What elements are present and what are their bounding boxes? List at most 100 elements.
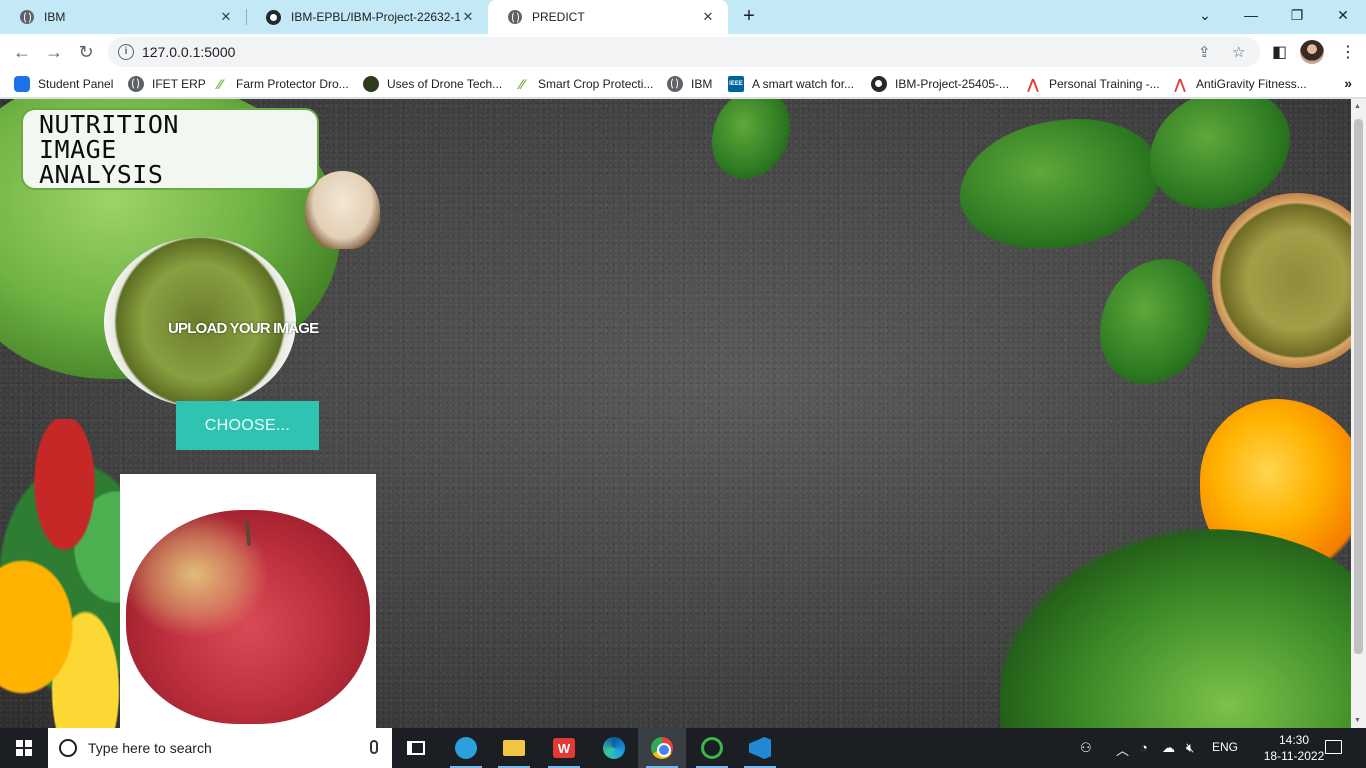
globe-icon: [508, 10, 522, 24]
bookmark-farm-protector[interactable]: ⁄⁄ Farm Protector Dro...: [212, 75, 349, 93]
browser-toolbar: ← → ↻ i 127.0.0.1:5000 ⇪ ☆ ◧ ⋮: [0, 34, 1366, 70]
app-title-line: ANALYSIS: [39, 160, 164, 189]
taskbar-search[interactable]: Type here to search: [48, 728, 392, 768]
minimize-button[interactable]: —: [1228, 0, 1274, 30]
chrome-button[interactable]: [638, 728, 686, 768]
drone-icon: [363, 76, 379, 92]
leaf-icon: ⁄⁄: [217, 76, 223, 92]
bookmark-personal-training[interactable]: ⋀ Personal Training -...: [1025, 75, 1160, 93]
scroll-down-icon[interactable]: ▼: [1354, 717, 1361, 724]
bookmark-smart-crop[interactable]: ⁄⁄ Smart Crop Protecti...: [514, 75, 654, 93]
bookmark-label: Personal Training -...: [1049, 77, 1160, 91]
page-content: NUTRITION IMAGE ANALYSIS UPLOAD YOUR IMA…: [0, 99, 1366, 728]
file-explorer-button[interactable]: [490, 728, 538, 768]
task-view-icon: [407, 741, 425, 755]
bookmark-smart-watch[interactable]: IEEE A smart watch for...: [728, 75, 854, 93]
bookmark-label: A smart watch for...: [752, 77, 855, 91]
app-title-box: NUTRITION IMAGE ANALYSIS: [21, 108, 319, 190]
bookmark-label: Uses of Drone Tech...: [387, 77, 503, 91]
chrome-icon: [651, 737, 673, 759]
menu-icon[interactable]: ⋮: [1340, 42, 1356, 62]
globe-icon: [20, 10, 34, 24]
wps-office-button[interactable]: W: [540, 728, 588, 768]
edge-button[interactable]: [590, 728, 638, 768]
search-placeholder: Type here to search: [88, 740, 212, 756]
page-scrollbar[interactable]: ▲ ▼: [1351, 99, 1366, 728]
language-indicator[interactable]: ENG: [1212, 740, 1238, 754]
brand-icon: ⋀: [1174, 75, 1186, 92]
system-clock[interactable]: 14:30 18-11-2022: [1262, 732, 1326, 764]
forward-icon[interactable]: →: [40, 38, 68, 66]
address-bar[interactable]: i 127.0.0.1:5000 ⇪ ☆: [108, 37, 1260, 67]
tab-title: IBM-EPBL/IBM-Project-22632-16: [291, 10, 460, 24]
globe-icon: [667, 76, 683, 92]
bookmark-label: Farm Protector Dro...: [236, 77, 349, 91]
vscode-button[interactable]: [736, 728, 784, 768]
clock-date: 18-11-2022: [1263, 749, 1325, 763]
tab-strip: IBM ✕ IBM-EPBL/IBM-Project-22632-16 ✕ PR…: [0, 0, 1366, 34]
bookmark-antigravity[interactable]: ⋀ AntiGravity Fitness...: [1172, 75, 1307, 93]
windows-taskbar: Type here to search W ⚇ ︿ ◔ ☁ 🔇︎ ENG 14:…: [0, 728, 1366, 768]
image-preview: [120, 474, 376, 728]
bookmark-label: Smart Crop Protecti...: [538, 77, 654, 91]
clock-time: 14:30: [1278, 733, 1310, 747]
people-icon[interactable]: ⚇: [1080, 740, 1092, 756]
tab-github-project[interactable]: IBM-EPBL/IBM-Project-22632-16 ✕: [246, 0, 488, 34]
site-info-icon[interactable]: i: [118, 44, 134, 60]
share-icon[interactable]: ⇪: [1198, 43, 1211, 61]
ring-app-button[interactable]: [688, 728, 736, 768]
bookmark-label: IBM-Project-25405-...: [895, 77, 1010, 91]
network-icon[interactable]: ◔: [1140, 740, 1148, 755]
close-window-button[interactable]: ✕: [1320, 0, 1366, 30]
globe-icon: [128, 76, 144, 92]
tab-ibm[interactable]: IBM ✕: [0, 0, 246, 34]
onedrive-icon[interactable]: ☁: [1162, 740, 1175, 756]
scrollbar-thumb[interactable]: [1354, 119, 1363, 654]
brand-icon: ⋀: [1027, 75, 1039, 92]
bookmark-ifet-erp[interactable]: IFET ERP: [128, 75, 206, 93]
maximize-button[interactable]: ❐: [1274, 0, 1320, 30]
upload-label: UPLOAD YOUR IMAGE: [168, 320, 319, 337]
more-bookmarks-button[interactable]: »: [1344, 75, 1352, 91]
bookmark-label: AntiGravity Fitness...: [1196, 77, 1307, 91]
windows-icon: [16, 740, 32, 756]
bookmark-ibm-project[interactable]: IBM-Project-25405-...: [871, 75, 1009, 93]
close-icon[interactable]: ✕: [700, 9, 716, 25]
telegram-button[interactable]: [442, 728, 490, 768]
github-icon: [266, 9, 281, 25]
bookmark-ibm[interactable]: IBM: [667, 75, 712, 93]
close-icon[interactable]: ✕: [218, 9, 234, 25]
close-icon[interactable]: ✕: [460, 9, 476, 25]
volume-muted-icon[interactable]: 🔇︎: [1186, 740, 1194, 756]
back-icon[interactable]: ←: [8, 38, 36, 66]
bookmark-drone-tech[interactable]: Uses of Drone Tech...: [363, 75, 502, 93]
tab-search-button[interactable]: ⌄: [1182, 0, 1228, 30]
url-text[interactable]: 127.0.0.1:5000: [142, 44, 235, 60]
bookmark-star-icon[interactable]: ☆: [1232, 43, 1245, 61]
tab-predict[interactable]: PREDICT ✕: [488, 0, 728, 34]
chevron-up-icon[interactable]: ︿: [1116, 740, 1129, 759]
bookmark-label: Student Panel: [38, 77, 114, 91]
bookmark-label: IFET ERP: [152, 77, 206, 91]
tab-title: PREDICT: [532, 10, 585, 24]
bookmark-student-panel[interactable]: Student Panel: [14, 75, 113, 93]
vscode-icon: [749, 737, 771, 759]
tab-title: IBM: [44, 10, 66, 24]
microphone-icon[interactable]: [370, 740, 378, 754]
wps-office-icon: W: [553, 738, 575, 758]
bookmarks-bar: Student Panel IFET ERP ⁄⁄ Farm Protector…: [0, 70, 1366, 98]
telegram-icon: [455, 737, 477, 759]
cortana-icon: [59, 739, 77, 757]
choose-file-button[interactable]: CHOOSE...: [176, 401, 319, 450]
new-tab-button[interactable]: +: [738, 6, 760, 28]
reload-icon[interactable]: ↻: [72, 38, 100, 66]
scroll-up-icon[interactable]: ▲: [1354, 103, 1361, 110]
start-button[interactable]: [0, 728, 48, 768]
github-icon: [871, 76, 887, 92]
notification-icon[interactable]: [1325, 740, 1342, 754]
profile-avatar[interactable]: [1300, 40, 1324, 64]
leaf-icon: ⁄⁄: [519, 76, 525, 92]
side-panel-icon[interactable]: ◧: [1272, 42, 1287, 62]
task-view-button[interactable]: [392, 728, 440, 768]
ieee-icon: IEEE: [728, 76, 744, 92]
